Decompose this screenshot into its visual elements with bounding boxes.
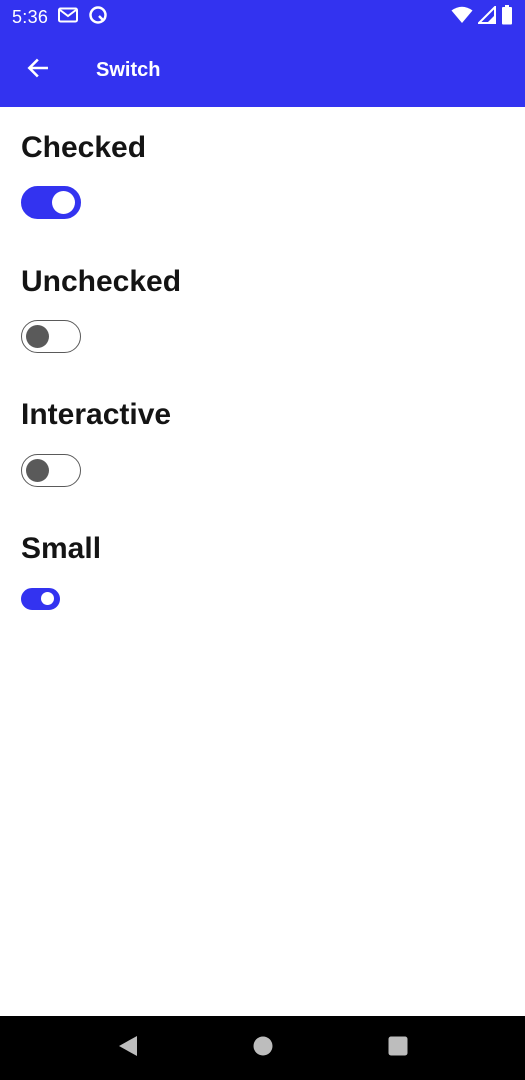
gmail-icon (58, 7, 79, 28)
status-right (451, 4, 513, 30)
section-small: Small (21, 532, 102, 610)
section-interactive: Interactive (21, 398, 172, 487)
home-circle-icon (252, 1035, 274, 1062)
sync-icon (88, 5, 108, 30)
section-heading: Unchecked (21, 265, 182, 298)
nav-back-button[interactable] (104, 1024, 152, 1072)
nav-recents-button[interactable] (374, 1024, 422, 1072)
wifi-icon (451, 6, 473, 29)
back-button[interactable] (10, 43, 66, 99)
recents-square-icon (387, 1035, 409, 1062)
switch-knob (25, 458, 49, 482)
section-checked: Checked (21, 131, 147, 219)
section-unchecked: Unchecked (21, 265, 182, 353)
section-heading: Checked (21, 131, 147, 164)
section-heading: Small (21, 532, 102, 565)
cell-signal-icon (476, 4, 496, 29)
switch-knob (41, 592, 54, 605)
app-bar: Switch (0, 34, 525, 107)
section-heading: Interactive (21, 398, 172, 431)
small-switch[interactable] (21, 588, 60, 610)
battery-icon (501, 4, 513, 30)
interactive-switch[interactable] (21, 454, 81, 487)
page-title: Switch (96, 59, 161, 81)
unchecked-switch[interactable] (21, 320, 81, 353)
nav-home-button[interactable] (239, 1024, 287, 1072)
switch-knob (25, 324, 49, 348)
status-bar: 5:36 (0, 0, 525, 34)
arrow-back-icon (25, 55, 51, 86)
screen: 5:36 Switch Checked Unchecked Interactiv… (0, 0, 525, 1080)
checked-switch[interactable] (21, 186, 81, 219)
status-time: 5:36 (12, 6, 49, 27)
status-left: 5:36 (12, 5, 108, 30)
navigation-bar (0, 1016, 525, 1080)
back-triangle-icon (117, 1034, 139, 1063)
switch-knob (52, 190, 75, 214)
